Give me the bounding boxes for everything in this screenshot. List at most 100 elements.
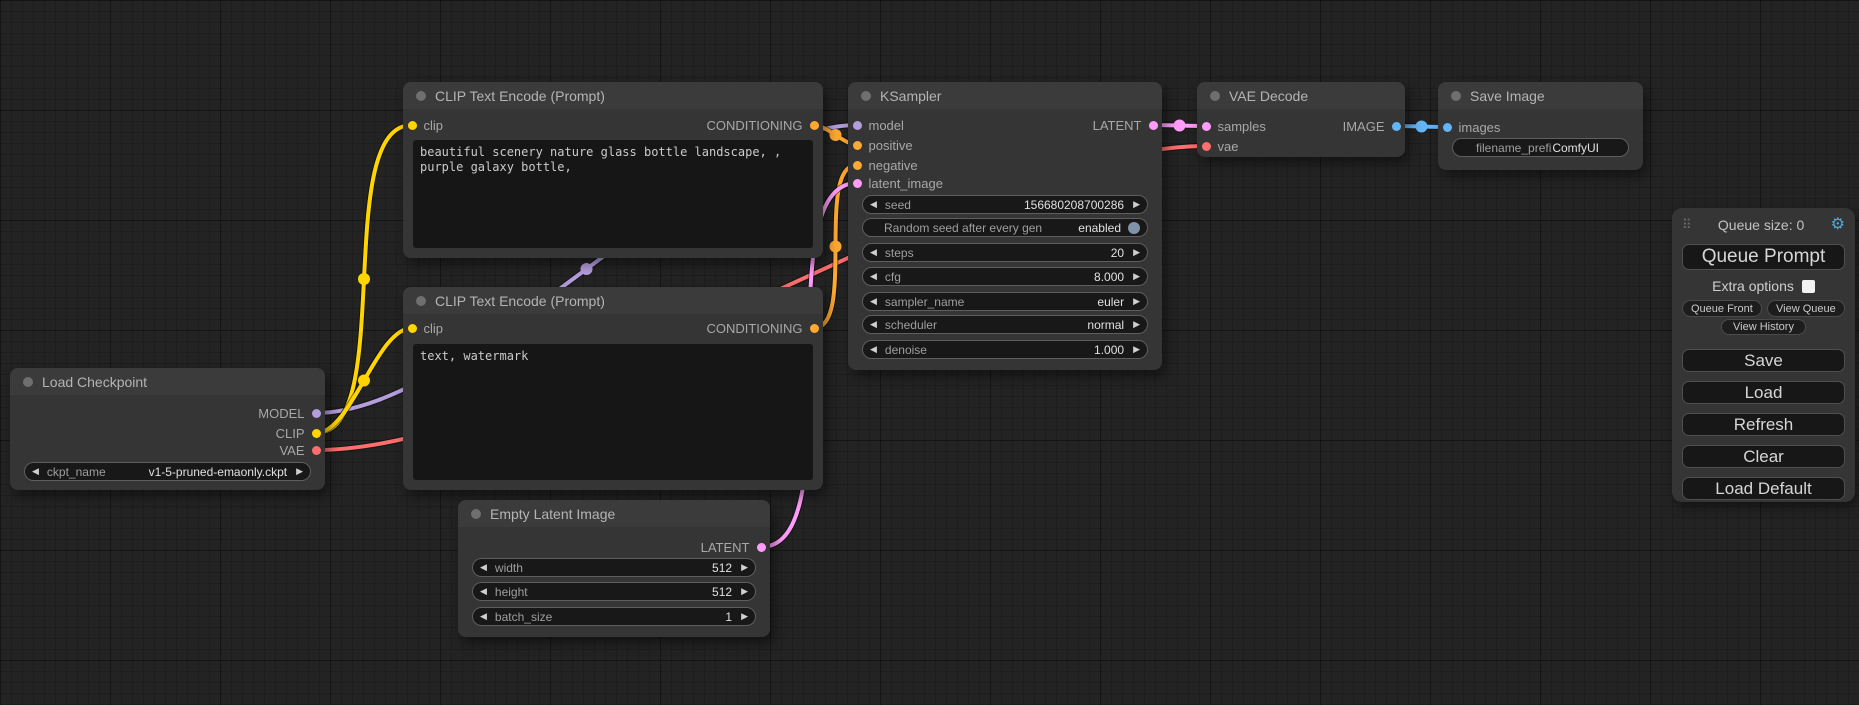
widget-steps[interactable]: ◀steps20▶ bbox=[862, 243, 1148, 262]
node-title-bar[interactable]: KSampler bbox=[848, 82, 1162, 109]
node-title-label: Save Image bbox=[1470, 88, 1545, 104]
load-button[interactable]: Load bbox=[1682, 381, 1845, 404]
node-title-bar[interactable]: CLIP Text Encode (Prompt) bbox=[403, 287, 823, 314]
slot-label: positive bbox=[869, 138, 913, 153]
widget-increment-icon[interactable]: ▶ bbox=[1133, 320, 1140, 329]
node-collapse-dot-icon[interactable] bbox=[23, 377, 33, 387]
slot-dot-icon[interactable] bbox=[1443, 123, 1452, 132]
widget-increment-icon[interactable]: ▶ bbox=[741, 563, 748, 572]
slot-dot-icon[interactable] bbox=[853, 141, 862, 150]
queue-front-button[interactable]: Queue Front bbox=[1682, 300, 1762, 317]
node-title-label: VAE Decode bbox=[1229, 88, 1308, 104]
settings-gear-icon[interactable]: ⚙ bbox=[1831, 217, 1845, 233]
widget-increment-icon[interactable]: ▶ bbox=[1133, 272, 1140, 281]
save-button[interactable]: Save bbox=[1682, 349, 1845, 372]
clear-button[interactable]: Clear bbox=[1682, 445, 1845, 468]
slot-dot-icon[interactable] bbox=[810, 324, 819, 333]
widget-decrement-icon[interactable]: ◀ bbox=[480, 563, 487, 572]
slot-dot-icon[interactable] bbox=[408, 121, 417, 130]
slot-dot-icon[interactable] bbox=[312, 446, 321, 455]
input-slot-model: model bbox=[848, 117, 904, 133]
node-collapse-dot-icon[interactable] bbox=[1210, 91, 1220, 101]
widget-increment-icon[interactable]: ▶ bbox=[1133, 248, 1140, 257]
node-vae-decode[interactable]: VAE Decode samples vae IMAGE bbox=[1197, 82, 1405, 157]
widget-random-seed-after-every-gen[interactable]: Random seed after every genenabled bbox=[862, 218, 1148, 237]
widget-decrement-icon[interactable]: ◀ bbox=[480, 587, 487, 596]
widget-increment-icon[interactable]: ▶ bbox=[1133, 200, 1140, 209]
node-collapse-dot-icon[interactable] bbox=[416, 296, 426, 306]
node-clip-text-encode-positive[interactable]: CLIP Text Encode (Prompt)clipCONDITIONIN… bbox=[403, 82, 823, 258]
node-title-bar[interactable]: Save Image bbox=[1438, 82, 1643, 109]
refresh-button[interactable]: Refresh bbox=[1682, 413, 1845, 436]
widget-seed[interactable]: ◀seed156680208700286▶ bbox=[862, 195, 1148, 214]
widget-decrement-icon[interactable]: ◀ bbox=[32, 467, 39, 476]
node-title-bar[interactable]: Empty Latent Image bbox=[458, 500, 770, 527]
node-save-image[interactable]: Save Image images filename_prefixComfyUI bbox=[1438, 82, 1643, 170]
widget-decrement-icon[interactable]: ◀ bbox=[870, 248, 877, 257]
widget-increment-icon[interactable]: ▶ bbox=[296, 467, 303, 476]
widget-decrement-icon[interactable]: ◀ bbox=[870, 272, 877, 281]
node-empty-latent-image[interactable]: Empty Latent ImageLATENT◀width512▶◀heigh… bbox=[458, 500, 770, 637]
slot-dot-icon[interactable] bbox=[1149, 121, 1158, 130]
widget-increment-icon[interactable]: ▶ bbox=[1133, 345, 1140, 354]
slot-label: CONDITIONING bbox=[706, 118, 802, 133]
output-slot-model: MODEL bbox=[258, 405, 325, 421]
widget-label: seed bbox=[885, 198, 1024, 212]
widget-decrement-icon[interactable]: ◀ bbox=[870, 297, 877, 306]
node-collapse-dot-icon[interactable] bbox=[416, 91, 426, 101]
input-slot-images: images bbox=[1438, 119, 1500, 135]
widget-decrement-icon[interactable]: ◀ bbox=[480, 612, 487, 621]
slot-dot-icon[interactable] bbox=[853, 161, 862, 170]
node-ksampler[interactable]: KSamplermodelpositivenegativelatent_imag… bbox=[848, 82, 1162, 370]
node-collapse-dot-icon[interactable] bbox=[471, 509, 481, 519]
view-queue-button[interactable]: View Queue bbox=[1767, 300, 1845, 317]
prompt-textarea[interactable]: text, watermark bbox=[413, 344, 813, 480]
node-title-bar[interactable]: Load Checkpoint bbox=[10, 368, 325, 395]
widget-decrement-icon[interactable]: ◀ bbox=[870, 320, 877, 329]
comfyui-canvas[interactable]: Load CheckpointMODELCLIPVAE◀ckpt_namev1-… bbox=[0, 0, 1859, 705]
node-collapse-dot-icon[interactable] bbox=[861, 91, 871, 101]
input-slot-samples: samples bbox=[1197, 118, 1266, 134]
node-clip-text-encode-negative[interactable]: CLIP Text Encode (Prompt)clipCONDITIONIN… bbox=[403, 287, 823, 490]
widget-height[interactable]: ◀height512▶ bbox=[472, 582, 756, 601]
widget-cfg[interactable]: ◀cfg8.000▶ bbox=[862, 267, 1148, 286]
slot-dot-icon[interactable] bbox=[312, 429, 321, 438]
widget-increment-icon[interactable]: ▶ bbox=[1133, 297, 1140, 306]
slot-dot-icon[interactable] bbox=[1202, 142, 1211, 151]
widget-scheduler[interactable]: ◀schedulernormal▶ bbox=[862, 315, 1148, 334]
widget-increment-icon[interactable]: ▶ bbox=[741, 587, 748, 596]
widget-increment-icon[interactable]: ▶ bbox=[741, 612, 748, 621]
slot-dot-icon[interactable] bbox=[408, 324, 417, 333]
slot-dot-icon[interactable] bbox=[1392, 122, 1401, 131]
widget-filename-prefix[interactable]: filename_prefixComfyUI bbox=[1452, 138, 1629, 157]
widget-denoise[interactable]: ◀denoise1.000▶ bbox=[862, 340, 1148, 359]
slot-dot-icon[interactable] bbox=[312, 409, 321, 418]
load-default-button[interactable]: Load Default bbox=[1682, 477, 1845, 500]
slot-dot-icon[interactable] bbox=[810, 121, 819, 130]
widget-value: 512 bbox=[712, 561, 732, 575]
node-title-label: CLIP Text Encode (Prompt) bbox=[435, 88, 605, 104]
node-load-checkpoint[interactable]: Load CheckpointMODELCLIPVAE◀ckpt_namev1-… bbox=[10, 368, 325, 490]
panel-drag-handle-icon[interactable]: ⠿ bbox=[1682, 217, 1692, 233]
slot-label: vae bbox=[1218, 139, 1239, 154]
widget-batch-size[interactable]: ◀batch_size1▶ bbox=[472, 607, 756, 626]
widget-sampler-name[interactable]: ◀sampler_nameeuler▶ bbox=[862, 292, 1148, 311]
slot-dot-icon[interactable] bbox=[853, 121, 862, 130]
slot-dot-icon[interactable] bbox=[1202, 122, 1211, 131]
queue-prompt-button[interactable]: Queue Prompt bbox=[1682, 244, 1845, 270]
widget-width[interactable]: ◀width512▶ bbox=[472, 558, 756, 577]
node-title-bar[interactable]: CLIP Text Encode (Prompt) bbox=[403, 82, 823, 109]
toggle-knob-icon[interactable] bbox=[1128, 222, 1140, 234]
widget-decrement-icon[interactable]: ◀ bbox=[870, 200, 877, 209]
slot-label: IMAGE bbox=[1343, 119, 1385, 134]
slot-dot-icon[interactable] bbox=[853, 179, 862, 188]
slot-dot-icon[interactable] bbox=[757, 543, 766, 552]
node-title-bar[interactable]: VAE Decode bbox=[1197, 82, 1405, 109]
widget-ckpt-name[interactable]: ◀ckpt_namev1-5-pruned-emaonly.ckpt▶ bbox=[24, 462, 311, 481]
node-graph: Load CheckpointMODELCLIPVAE◀ckpt_namev1-… bbox=[0, 0, 1859, 705]
extra-options-checkbox[interactable] bbox=[1802, 280, 1815, 293]
view-history-button[interactable]: View History bbox=[1721, 319, 1806, 335]
widget-decrement-icon[interactable]: ◀ bbox=[870, 345, 877, 354]
node-collapse-dot-icon[interactable] bbox=[1451, 91, 1461, 101]
prompt-textarea[interactable]: beautiful scenery nature glass bottle la… bbox=[413, 140, 813, 248]
